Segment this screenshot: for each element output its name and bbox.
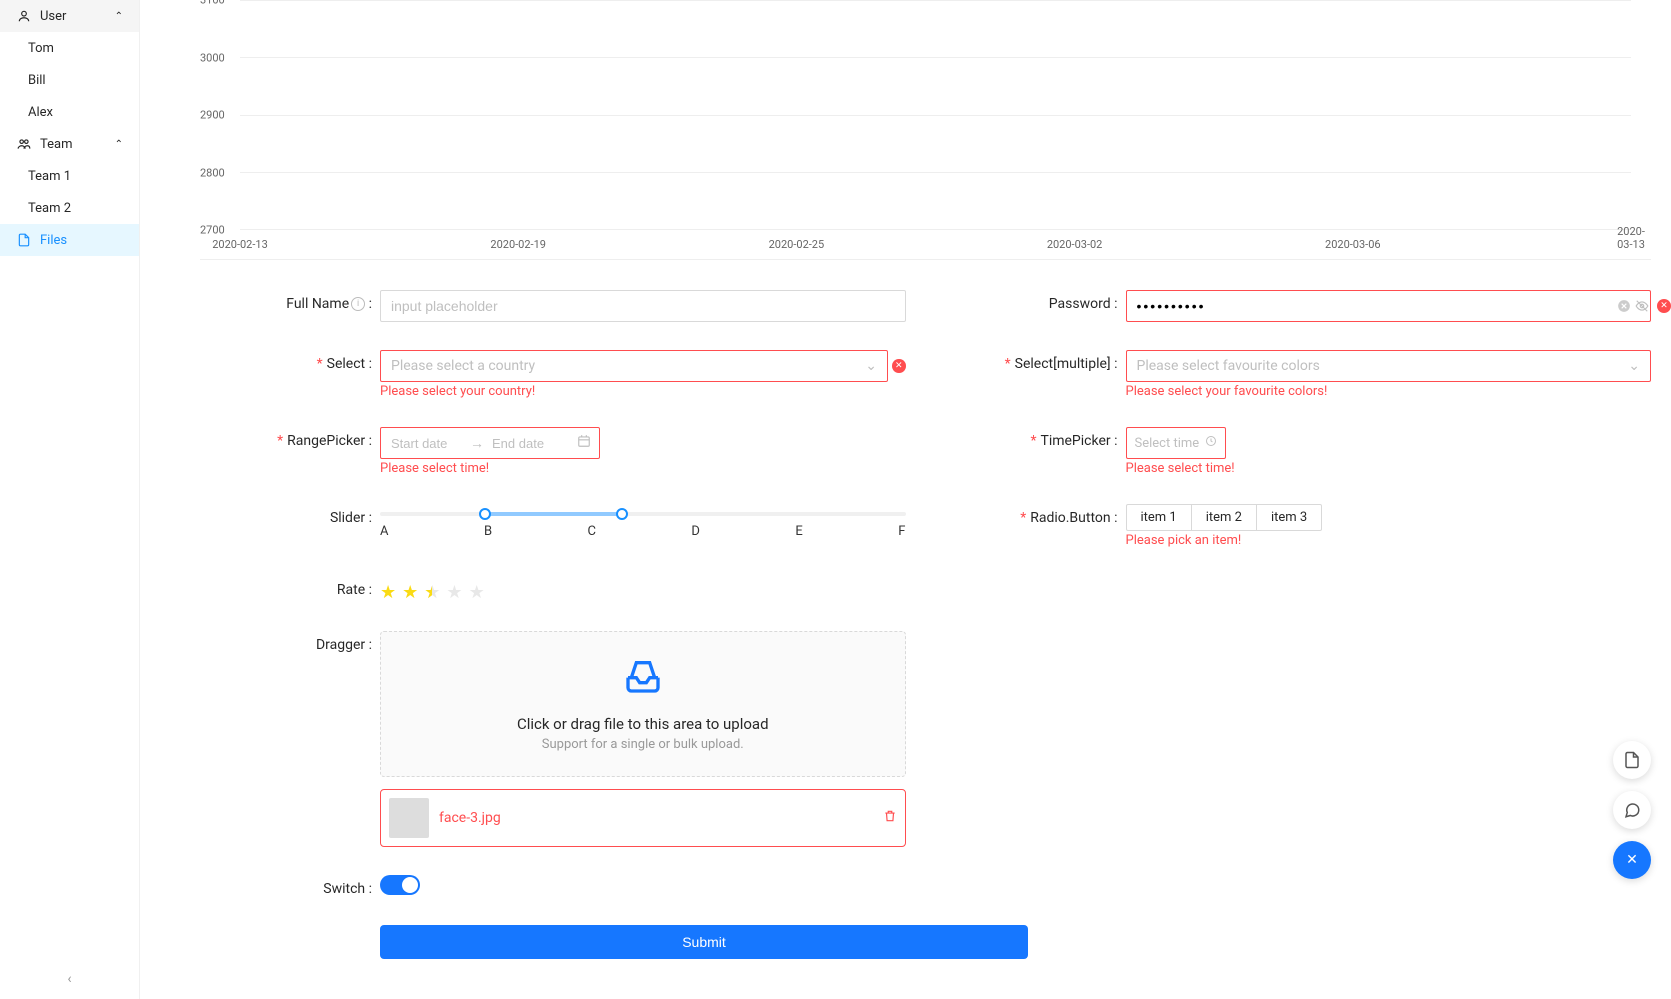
switch-toggle[interactable] — [380, 875, 420, 895]
select-label: Select — [327, 356, 365, 372]
inbox-icon — [405, 656, 881, 705]
star-3[interactable]: ★ — [424, 582, 440, 603]
clock-icon — [1205, 435, 1217, 451]
float-buttons: ✕ — [1613, 741, 1651, 879]
upload-file-item: face-3.jpg — [380, 789, 906, 847]
sidebar-item-tom[interactable]: Tom — [0, 32, 139, 64]
end-date-input[interactable] — [490, 435, 565, 452]
radio-item1[interactable]: item 1 — [1127, 505, 1192, 530]
float-chat-button[interactable] — [1613, 791, 1651, 829]
star-4[interactable]: ★ — [446, 582, 462, 603]
radio-item2[interactable]: item 2 — [1192, 505, 1257, 530]
upload-dragger[interactable]: Click or drag file to this area to uploa… — [380, 631, 906, 777]
error-icon: ✕ — [892, 359, 906, 373]
rate-stars[interactable]: ★ ★ ★ ★ ★ — [380, 576, 906, 603]
switch-label: Switch — [323, 881, 365, 897]
sidebar-item-bill[interactable]: Bill — [0, 64, 139, 96]
radio-group: item 1 item 2 item 3 — [1126, 504, 1323, 531]
collapse-sidebar-button[interactable]: ‹ — [67, 971, 71, 987]
clear-icon[interactable] — [1617, 299, 1631, 313]
sidebar-item-files[interactable]: Files — [0, 224, 139, 256]
sidebar-item-label: Alex — [28, 105, 53, 120]
team-icon — [16, 136, 32, 152]
password-label: Password — [1049, 296, 1111, 312]
slider-label: Slider — [330, 510, 365, 526]
info-icon[interactable]: i — [351, 297, 365, 311]
upload-thumbnail — [389, 798, 429, 838]
sidebar-group-label: Team — [40, 137, 73, 152]
switch-knob — [402, 877, 418, 893]
sidebar-item-alex[interactable]: Alex — [0, 96, 139, 128]
slider-handle-start[interactable] — [479, 508, 491, 520]
select-error: Please select your country! — [380, 384, 906, 399]
sidebar-item-label: Bill — [28, 73, 46, 88]
range-error: Please select time! — [380, 461, 906, 476]
sidebar: User ⌃ Tom Bill Alex Team ⌃ Team 1 Team … — [0, 0, 140, 999]
slider-fill — [485, 512, 622, 516]
chevron-up-icon: ⌃ — [115, 11, 123, 22]
user-icon — [16, 8, 32, 24]
candlestick-chart: 270028002900300031002020-02-132020-02-19… — [200, 0, 1651, 260]
upload-filename: face-3.jpg — [439, 810, 501, 826]
time-error: Please select time! — [1126, 461, 1652, 476]
sidebar-item-team1[interactable]: Team 1 — [0, 160, 139, 192]
full-name-label: Full Name — [286, 296, 349, 312]
select-placeholder: Please select a country — [391, 358, 535, 374]
arrow-right-icon: → — [470, 435, 484, 452]
submit-button[interactable]: Submit — [380, 925, 1028, 959]
sidebar-item-team2[interactable]: Team 2 — [0, 192, 139, 224]
select-country[interactable]: Please select a country ⌄ — [380, 350, 888, 382]
time-label: TimePicker — [1040, 433, 1110, 449]
star-1[interactable]: ★ — [380, 582, 396, 603]
time-picker[interactable]: Select time — [1126, 427, 1226, 459]
select-placeholder: Please select favourite colors — [1137, 358, 1320, 374]
chevron-down-icon: ⌄ — [865, 358, 877, 374]
rate-label: Rate — [337, 582, 365, 598]
range-label: RangePicker — [287, 433, 365, 449]
slider-marks: ABCDEF — [380, 524, 906, 539]
select-colors[interactable]: Please select favourite colors ⌄ — [1126, 350, 1652, 382]
select-multi-label: Select[multiple] — [1015, 356, 1111, 372]
slider-handle-end[interactable] — [616, 508, 628, 520]
eye-off-icon[interactable] — [1635, 299, 1649, 313]
float-document-button[interactable] — [1613, 741, 1651, 779]
radio-label: Radio.Button — [1030, 510, 1110, 526]
chevron-up-icon: ⌃ — [115, 139, 123, 150]
dragger-title: Click or drag file to this area to uploa… — [405, 715, 881, 733]
range-picker[interactable]: → — [380, 427, 600, 459]
sidebar-item-label: Team 1 — [28, 169, 71, 184]
slider-track[interactable] — [380, 512, 906, 516]
dragger-label: Dragger — [316, 637, 365, 653]
star-2[interactable]: ★ — [402, 582, 418, 603]
sidebar-group-team[interactable]: Team ⌃ — [0, 128, 139, 160]
full-name-input[interactable] — [380, 290, 906, 322]
sidebar-item-label: Tom — [28, 41, 54, 56]
dragger-hint: Support for a single or bulk upload. — [405, 737, 881, 752]
sidebar-item-label: Files — [40, 233, 67, 248]
radio-item3[interactable]: item 3 — [1257, 505, 1321, 530]
sidebar-group-user[interactable]: User ⌃ — [0, 0, 139, 32]
calendar-icon — [577, 434, 591, 452]
error-icon: ✕ — [1657, 299, 1671, 313]
select-multi-error: Please select your favourite colors! — [1126, 384, 1652, 399]
star-5[interactable]: ★ — [469, 582, 485, 603]
sidebar-group-label: User — [40, 9, 66, 24]
start-date-input[interactable] — [389, 435, 464, 452]
file-icon — [16, 232, 32, 248]
radio-error: Please pick an item! — [1126, 533, 1652, 548]
chevron-down-icon: ⌄ — [1628, 358, 1640, 374]
main-content: 270028002900300031002020-02-132020-02-19… — [140, 0, 1671, 999]
time-placeholder: Select time — [1135, 436, 1200, 451]
sidebar-item-label: Team 2 — [28, 201, 71, 216]
password-input[interactable] — [1126, 290, 1652, 322]
float-close-button[interactable]: ✕ — [1613, 841, 1651, 879]
delete-file-button[interactable] — [883, 809, 897, 827]
